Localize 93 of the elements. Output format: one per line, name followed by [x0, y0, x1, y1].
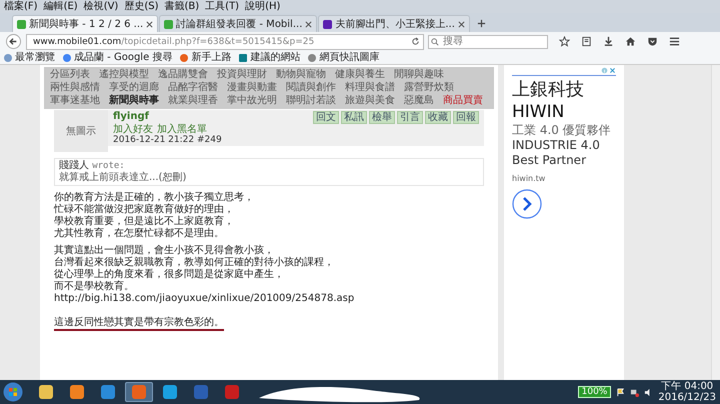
post-text-line: 而不是學校教育。 [54, 281, 135, 293]
post-text-line: 你的教育方法是正確的，教小孩子獨立思考， [54, 192, 255, 204]
category-link[interactable]: 享受的迴廊 [109, 82, 159, 94]
new-tab-icon[interactable] [476, 19, 486, 28]
user-link[interactable]: 加入好友 [113, 124, 153, 135]
category-link[interactable]: 投資與理財 [217, 69, 267, 81]
bookmark-link[interactable]: 最常瀏覽 [4, 51, 55, 64]
home-icon[interactable] [625, 36, 636, 47]
clock-time[interactable]: 下午 04:00 [661, 381, 714, 392]
browser-tab[interactable]: 討論群組發表回覆 - Mobil... [159, 15, 318, 32]
category-link[interactable]: 漫畫與動畫 [227, 82, 277, 94]
category-link[interactable]: 旅遊與美食 [345, 95, 395, 107]
scrollbar[interactable] [711, 65, 720, 380]
post-action-button[interactable]: 回文 [313, 111, 339, 124]
category-link[interactable]: 遙控與模型 [99, 69, 149, 81]
bookmark-link[interactable]: 建議的網站 [239, 51, 300, 64]
menu-icon[interactable] [669, 36, 680, 47]
category-link[interactable]: 惡魔島 [404, 95, 434, 107]
category-link[interactable]: 軍事迷基地 [50, 95, 100, 107]
post-action-button[interactable]: 私訊 [341, 111, 367, 124]
site-icon [164, 20, 174, 28]
default-avatar: 無圖示 [54, 110, 108, 152]
bookmark-link[interactable]: 成品蘭 - Google 搜尋 [63, 51, 172, 64]
post-text-line: 台灣看起來很缺乏親職教育，教導如何正確的對待小孩的課程， [54, 257, 335, 268]
post-text-line: 尤其性教育，在怎麼忙碌都不是理由。 [54, 228, 225, 240]
star-icon[interactable] [559, 36, 570, 47]
post-text-line: 其實這點出一個問題，會生小孩不見得會教小孩， [54, 245, 275, 256]
category-link[interactable]: 露營野炊類 [404, 82, 454, 94]
browser-tab[interactable]: 夫前腳出門、小王緊接上... [318, 15, 470, 32]
close-icon[interactable] [305, 20, 312, 28]
username-link[interactable]: flyingf [113, 111, 149, 124]
site-icon [17, 20, 26, 28]
user-link[interactable]: 加入黑名單 [157, 124, 207, 135]
network-icon[interactable] [630, 388, 640, 396]
download-icon[interactable] [603, 36, 614, 47]
pocket-icon[interactable] [647, 36, 658, 47]
menu-item[interactable]: 說明(H) [245, 0, 280, 13]
start-button-icon[interactable] [3, 382, 23, 402]
search-field[interactable]: 搜尋 [428, 34, 548, 48]
category-link[interactable]: 兩性與感情 [50, 82, 100, 94]
post-text-line: 忙碌不能當做沒把家庭教育做好的理由， [54, 204, 235, 216]
category-link[interactable]: 閒聊與趣味 [394, 69, 444, 81]
site-icon [323, 20, 332, 28]
bookmark-link[interactable]: 網頁快訊圖庫 [308, 51, 380, 64]
category-link[interactable]: 掌中故光明 [227, 95, 277, 107]
post-action-button[interactable]: 引言 [397, 111, 423, 124]
post-text-line: 從心理學上的角度來看，很多問題是從家庭中產生， [54, 269, 285, 280]
clock-date[interactable]: 2016/12/23 [658, 392, 716, 403]
menu-item[interactable]: 歷史(S) [124, 0, 158, 13]
category-link[interactable]: 就業與理香 [168, 95, 218, 107]
close-icon[interactable] [458, 20, 465, 28]
back-icon[interactable] [6, 34, 21, 49]
reload-icon[interactable] [411, 37, 420, 46]
reading-list-icon[interactable] [581, 36, 592, 47]
ad-headline: 上銀科技 [512, 79, 585, 101]
ad-domain: hiwin.tw [512, 174, 546, 183]
category-link[interactable]: 逸品購雙會 [158, 69, 208, 81]
post-action-button[interactable]: 回報 [453, 111, 479, 124]
post-action-button[interactable]: 收藏 [425, 111, 451, 124]
category-link[interactable]: 動物與寵物 [276, 69, 326, 81]
menu-item[interactable]: 工具(T) [205, 0, 240, 13]
menu-item[interactable]: 編輯(E) [44, 0, 78, 13]
battery-indicator: 100% [578, 386, 612, 398]
menu-item[interactable]: 檢視(V) [84, 0, 118, 13]
post-text-line: 學校教育重要，但是遠比不上家庭教育， [54, 216, 235, 228]
category-link[interactable]: 閱讀與創作 [286, 82, 336, 94]
post-text-line: 這邊反同性戀其實是帶有宗教色彩的。 [54, 317, 224, 331]
ad-description: INDUSTRIE 4.0 Best Partner [512, 138, 601, 168]
category-link[interactable]: 料理與食譜 [345, 82, 395, 94]
address-field[interactable]: www.mobile01.com/topicdetail.php?f=638&t=5015415&p=25 [26, 34, 424, 50]
quote-wrote: wrote: [92, 161, 125, 171]
close-icon[interactable] [146, 20, 154, 28]
category-link[interactable]: 品酩字宿醫 [168, 82, 218, 94]
ad-tagline: 工業 4.0 優質夥伴 [512, 123, 612, 138]
post-text-line: http://big.hi138.com/jiaoyuxue/xinlixue/201009/254878.asp [54, 293, 356, 305]
menu-item[interactable]: 書籤(B) [164, 0, 200, 13]
quote-text: 就算戒上前頭表達立...(恕刪) [59, 172, 188, 184]
category-link[interactable]: 商品買賣 [443, 95, 483, 107]
post-date: 2016-12-21 21:22 [113, 135, 194, 145]
post-number: #249 [196, 135, 222, 145]
arrow-button-icon[interactable] [512, 189, 542, 219]
bookmark-link[interactable]: 新手上路 [180, 51, 232, 64]
menu-item[interactable]: 檔案(F) [4, 0, 38, 13]
close-icon[interactable] [609, 67, 616, 74]
ad-brand: HIWIN [512, 101, 566, 123]
flag-icon[interactable] [616, 388, 626, 396]
category-link[interactable]: 健康與養生 [335, 69, 385, 81]
category-link[interactable]: 分區列表 [50, 69, 90, 81]
post-action-button[interactable]: 檢舉 [369, 111, 395, 124]
browser-tab[interactable]: 新聞與時事 - 1 2 / 2 6 ... [12, 15, 158, 32]
category-link[interactable]: 聯明討若談 [286, 95, 336, 107]
quote-author: 賤踐人 [59, 160, 89, 171]
category-link[interactable]: 新聞與時事 [109, 95, 159, 107]
